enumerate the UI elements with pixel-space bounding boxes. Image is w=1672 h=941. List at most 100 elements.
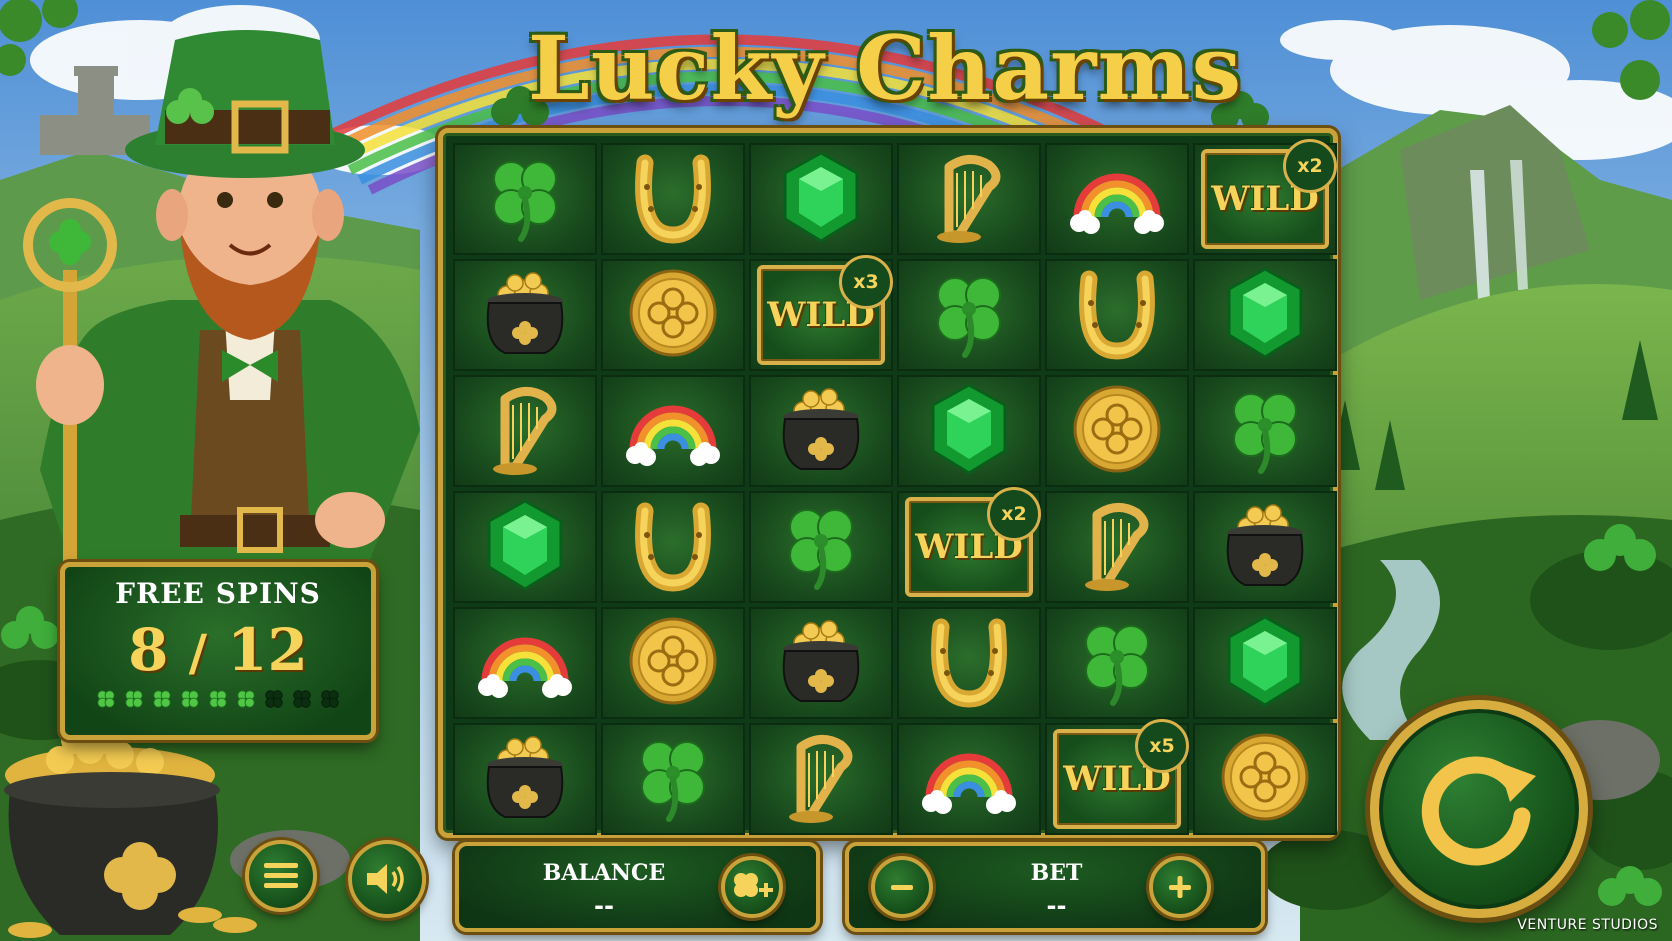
clover-pip-empty-icon [265, 690, 283, 708]
rainbow-symbol-icon [621, 379, 725, 483]
bet-value: -- [1046, 892, 1067, 920]
minus-icon [891, 885, 913, 890]
coin-symbol-icon [1065, 379, 1169, 483]
reel-cell [1193, 607, 1337, 719]
harp-symbol-icon [473, 379, 577, 483]
game-title: Lucky Charms [527, 16, 1243, 120]
reel-cell [749, 607, 893, 719]
reel-cell [897, 259, 1041, 371]
emerald-symbol-icon [769, 147, 873, 251]
reel-cell [601, 723, 745, 835]
reel-cell [897, 143, 1041, 255]
harp-symbol-icon [917, 147, 1021, 251]
reel-cell [453, 607, 597, 719]
bet-label: BET [1030, 860, 1083, 886]
free-spins-label: FREE SPINS [115, 577, 321, 610]
reel-cell [1193, 723, 1337, 835]
balance-panel: BALANCE -- [455, 842, 820, 932]
clover-symbol-icon [473, 147, 577, 251]
bet-increase-button[interactable] [1149, 856, 1211, 918]
wild-symbol: WILD x3 [757, 255, 893, 365]
reel-cell [453, 491, 597, 603]
pot-symbol-icon [769, 611, 873, 715]
harp-symbol-icon [769, 727, 873, 831]
free-spins-separator: / [188, 623, 207, 682]
plus-icon [1169, 876, 1191, 898]
clover-pip-filled-icon [209, 690, 227, 708]
reel-cell: WILD x3 [749, 255, 893, 371]
reel-cell [601, 259, 745, 371]
clover-pip-filled-icon [181, 690, 199, 708]
reel-cell [453, 723, 597, 835]
free-spins-total: 12 [227, 616, 308, 684]
free-spins-current: 8 [128, 616, 169, 684]
sound-button[interactable] [348, 840, 426, 918]
reel-cell [1193, 259, 1337, 371]
horseshoe-symbol-icon [621, 147, 725, 251]
reel-cell [897, 723, 1041, 835]
clover-plus-icon [734, 873, 773, 897]
wild-multiplier-badge: x3 [839, 255, 893, 309]
pot-symbol-icon [473, 263, 577, 367]
bet-decrease-button[interactable] [871, 856, 933, 918]
emerald-symbol-icon [917, 379, 1021, 483]
reel-cell: WILD x2 [1193, 139, 1337, 255]
studio-credit: VENTURE STUDIOS [1517, 917, 1658, 933]
reel-cell [601, 375, 745, 487]
wild-symbol: WILD x2 [905, 487, 1041, 597]
reel-cell [601, 143, 745, 255]
balance-value: -- [594, 892, 614, 920]
wild-symbol: WILD x2 [1201, 139, 1337, 249]
pot-symbol-icon [769, 379, 873, 483]
reel-cell [1045, 259, 1189, 371]
wild-multiplier-badge: x2 [1283, 139, 1337, 193]
add-funds-button[interactable] [721, 856, 783, 918]
clover-pip-filled-icon [237, 690, 255, 708]
horseshoe-symbol-icon [1065, 263, 1169, 367]
reel-cell [749, 491, 893, 603]
spin-arrow-icon [1421, 756, 1536, 866]
reel-cell [1045, 143, 1189, 255]
clover-symbol-icon [917, 263, 1021, 367]
harp-symbol-icon [1065, 495, 1169, 599]
reel-cell: WILD x2 [897, 487, 1041, 603]
reel-cell [749, 375, 893, 487]
emerald-symbol-icon [473, 495, 577, 599]
clover-symbol-icon [1213, 379, 1317, 483]
spin-button[interactable] [1370, 700, 1588, 918]
horseshoe-symbol-icon [621, 495, 725, 599]
reel-grid: WILD x2 WILD x3 WILD x2 WILD x5 [438, 128, 1338, 838]
clover-pip-empty-icon [321, 690, 339, 708]
menu-button[interactable] [245, 840, 317, 912]
pot-symbol-icon [1213, 495, 1317, 599]
clover-pip-filled-icon [125, 690, 143, 708]
reel-cell [897, 375, 1041, 487]
reel-cell [601, 607, 745, 719]
clover-pip-empty-icon [293, 690, 311, 708]
reel-cell [601, 491, 745, 603]
rainbow-symbol-icon [473, 611, 577, 715]
rainbow-symbol-icon [1065, 147, 1169, 251]
menu-icon [264, 863, 298, 888]
reel-cell [749, 723, 893, 835]
free-spins-progress [65, 688, 371, 710]
coin-symbol-icon [621, 611, 725, 715]
emerald-symbol-icon [1213, 611, 1317, 715]
reel-cell [1045, 607, 1189, 719]
reel-cell [1193, 375, 1337, 487]
reel-cell [1045, 491, 1189, 603]
reel-cell [749, 143, 893, 255]
reel-cell [1045, 375, 1189, 487]
free-spins-panel: FREE SPINS 8 / 12 [60, 562, 376, 740]
speaker-icon [367, 864, 404, 894]
wild-symbol: WILD x5 [1053, 719, 1189, 829]
clover-symbol-icon [621, 727, 725, 831]
reel-cell [453, 375, 597, 487]
wild-multiplier-badge: x5 [1135, 719, 1189, 773]
clover-pip-filled-icon [97, 690, 115, 708]
coin-symbol-icon [621, 263, 725, 367]
reel-cell [897, 607, 1041, 719]
bet-panel: BET -- [845, 842, 1265, 932]
free-spins-counter: 8 / 12 [65, 616, 371, 684]
pot-symbol-icon [473, 727, 577, 831]
